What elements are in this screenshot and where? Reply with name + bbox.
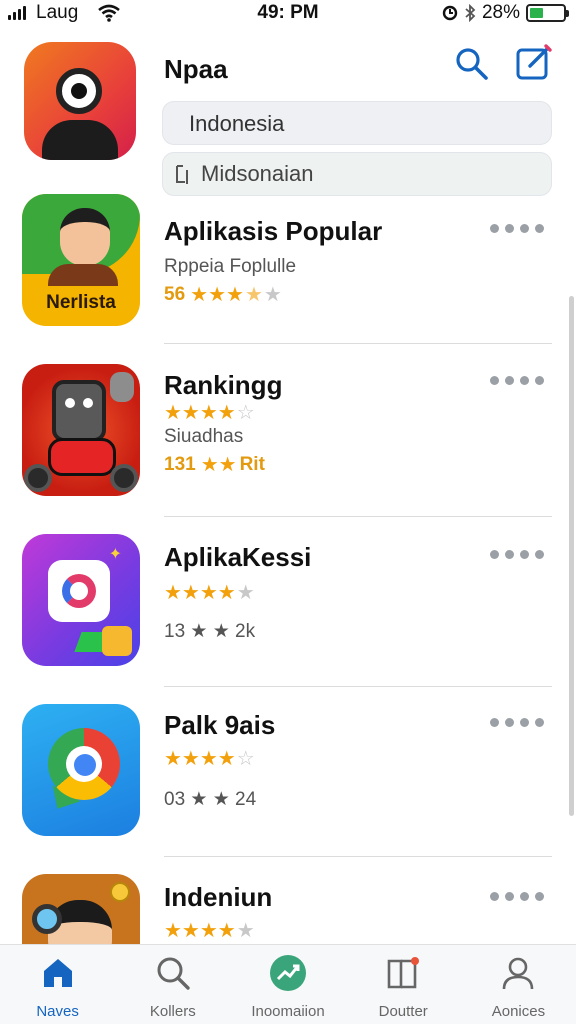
star-icon: ★★★★ [164,748,236,770]
tab-library[interactable]: Doutter [346,945,461,1024]
more-options-button[interactable] [490,376,544,385]
star-icon: ★★★★ [164,402,236,424]
app-download-count: 13 ★ ★ 2k [164,620,259,643]
search-icon[interactable] [454,46,490,82]
more-options-button[interactable] [490,550,544,559]
alarm-icon [442,5,458,21]
search-icon [157,957,190,990]
app-name: AplikaKessi [164,542,312,572]
app-rating: ★★★★ ★ [164,580,255,605]
language-value: Midsonaian [201,161,314,186]
bluetooth-icon [465,4,476,22]
icon-label: Nerlista [46,292,116,313]
star-icon: ★★★ [190,284,244,306]
language-field[interactable]: Midsonaian [162,152,552,196]
tab-label: Naves [36,1003,79,1020]
cartoon-boy-icon: Nerlista [22,194,140,326]
cursor-icon [176,165,188,184]
tab-label: Doutter [378,1003,428,1020]
page-title: Npaa [164,54,228,84]
more-options-button[interactable] [490,224,544,233]
count-value: 13 ★ ★ 2k [164,621,256,642]
more-options-button[interactable] [490,892,544,901]
star-empty-icon: ☆ [236,748,255,770]
tab-bar: Naves Kollers Inoomaiion Doutter Aonices [0,944,576,1024]
divider [164,686,552,687]
book-icon [387,957,420,989]
chrome-bubble-icon [22,704,140,836]
app-name: Rankingg [164,370,283,400]
scrollbar[interactable] [569,296,574,816]
list-item[interactable]: Nerlista Aplikasis Popular Rppeia Foplul… [0,194,576,344]
list-item[interactable]: ✦ AplikaKessi ★★★★ ★ 13 ★ ★ 2k [0,534,576,684]
more-options-button[interactable] [490,718,544,727]
star-empty-icon: ★ [236,920,255,942]
list-item[interactable]: Indeniun ★★★★ ★ [0,874,576,944]
app-rating-secondary: 131 ★★ Rit [164,452,269,477]
tab-label: Inoomaiion [251,1003,325,1020]
tab-label: Aonices [491,1003,546,1020]
count-value: 03 ★ ★ 24 [164,789,257,810]
tab-label: Kollers [149,1003,196,1020]
star-icon: ★★★★ [164,582,236,604]
star-empty-icon: ★ [263,284,282,306]
chat-bubble-icon: ✦ [22,534,140,666]
home-icon [43,959,72,987]
tab-trending[interactable]: Inoomaiion [230,945,345,1024]
app-rating: ★★★★ ★ [164,918,255,943]
app-rating: ★★★★ ☆ [164,746,255,771]
avatar-face [56,68,102,114]
battery-percent: 28% [481,2,520,23]
app-rating: ★★★★ ☆ [164,400,255,425]
star-empty-icon: ★ [236,582,255,604]
star-empty-icon: ☆ [236,402,255,424]
rating-value: 56 [164,283,186,305]
rating-value: 131 [164,453,196,475]
tab-home[interactable]: Naves [0,945,115,1024]
battery-icon [526,4,569,22]
app-name: Indeniun [164,882,273,912]
app-subtitle: Siuadhas [164,426,244,447]
tab-search[interactable]: Kollers [115,945,230,1024]
status-right: 28% [442,0,569,26]
app-rating: 56 ★★★ ★ ★ [164,282,282,307]
list-item[interactable]: Rankingg ★★★★ ☆ Siuadhas 131 ★★ Rit [0,364,576,514]
profile-avatar[interactable] [24,42,136,160]
person-icon [503,957,534,990]
status-bar: Laug 49: PM 28% [0,0,576,26]
tab-account[interactable]: Aonices [461,945,576,1024]
avatar-body [42,120,118,160]
star-icon: ★★★★ [164,920,236,942]
divider [164,516,552,517]
app-name: Aplikasis Popular [164,216,383,246]
divider [164,343,552,344]
rating-suffix: Rit [239,453,265,475]
divider [164,856,552,857]
star-half-icon: ★ [244,284,263,306]
app-name: Palk 9ais [164,710,276,740]
robot-mascot-icon [22,364,140,496]
country-field[interactable]: Indonesia [162,101,552,145]
app-download-count: 03 ★ ★ 24 [164,788,260,811]
star-icon: ★★ [200,454,237,476]
app-subtitle: Rppeia Foplulle [164,256,297,277]
explorer-kid-icon [22,874,140,944]
compose-icon[interactable] [514,42,554,82]
trending-icon [270,955,306,991]
list-item[interactable]: Palk 9ais ★★★★ ☆ 03 ★ ★ 24 [0,704,576,854]
